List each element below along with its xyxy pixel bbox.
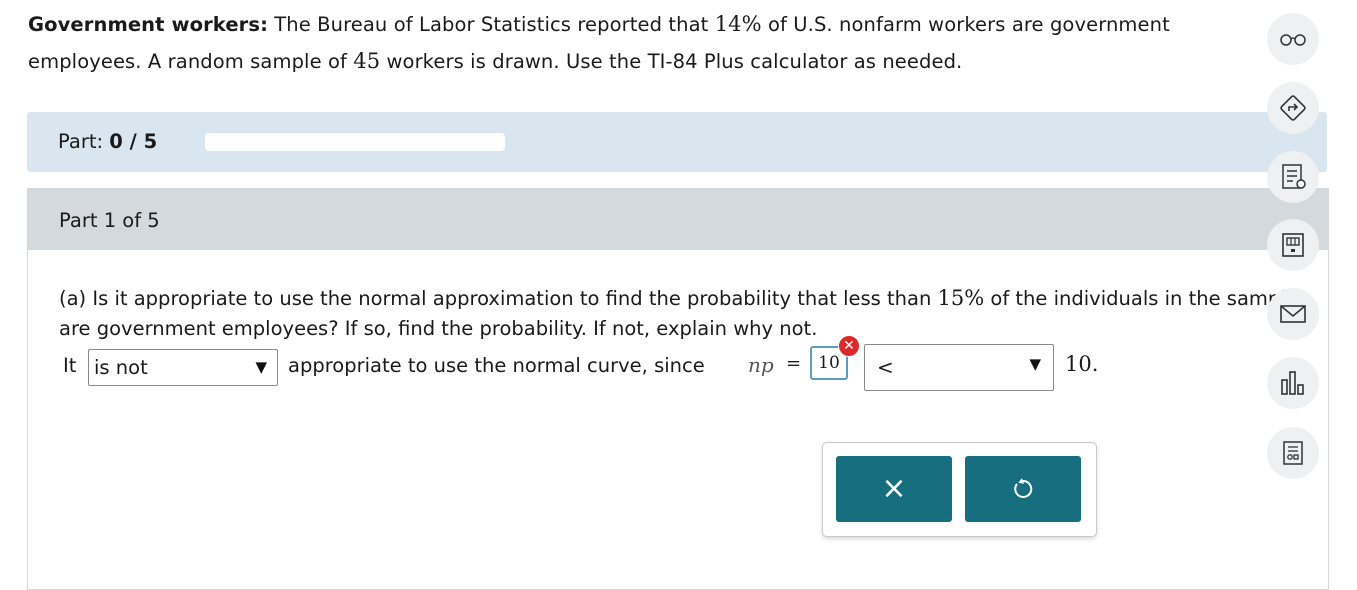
problem-percent: 14% bbox=[714, 12, 762, 36]
glasses-icon bbox=[1280, 34, 1306, 46]
direction-tool[interactable] bbox=[1267, 82, 1319, 134]
progress-track bbox=[205, 133, 505, 151]
progress-current: 0 bbox=[109, 130, 123, 153]
chart-icon bbox=[1281, 371, 1304, 395]
answer-middle: appropriate to use the normal curve, sin… bbox=[288, 354, 705, 377]
part-header: Part 1 of 5 bbox=[28, 189, 1328, 250]
part-card: Part 1 of 5 (a) Is it appropriate to use… bbox=[27, 188, 1329, 590]
problem-text-1: The Bureau of Labor Statistics reported … bbox=[268, 13, 715, 36]
progress-label: Part: 0 / 5 bbox=[58, 130, 157, 153]
comparison-dropdown[interactable]: < ▼ bbox=[864, 344, 1054, 391]
close-icon: × bbox=[881, 471, 907, 506]
error-icon: ✕ bbox=[838, 335, 860, 357]
chart-tool[interactable] bbox=[1267, 357, 1319, 409]
progress-separator: / bbox=[122, 130, 144, 153]
problem-statement: Government workers: The Bureau of Labor … bbox=[28, 6, 1268, 80]
worksheet-icon bbox=[1283, 441, 1303, 465]
clear-button[interactable]: × bbox=[836, 456, 952, 522]
undo-icon bbox=[1014, 478, 1033, 498]
question-percent: 15% bbox=[937, 286, 985, 310]
guided-solution-icon bbox=[1282, 164, 1306, 189]
question-text: (a) Is it appropriate to use the normal … bbox=[59, 283, 1299, 344]
np-symbol: np bbox=[748, 353, 774, 377]
part-title: Part 1 of 5 bbox=[59, 209, 160, 232]
worksheet-tool[interactable] bbox=[1267, 427, 1319, 479]
appropriateness-dropdown[interactable]: is not ▼ bbox=[88, 349, 278, 386]
appropriateness-dropdown-value: is not bbox=[94, 356, 148, 379]
comparison-dropdown-value: < bbox=[877, 355, 894, 379]
progress-label-text: Part: bbox=[58, 130, 104, 153]
equals-sign: = bbox=[786, 353, 802, 374]
comparison-value: 10. bbox=[1065, 352, 1099, 376]
answer-lead: It bbox=[63, 354, 77, 377]
problem-text-3: workers is drawn. Use the TI-84 Plus cal… bbox=[380, 50, 963, 73]
calculator-icon bbox=[1282, 233, 1304, 257]
dropdown-arrow-icon: ▼ bbox=[255, 358, 267, 376]
glasses-tool[interactable] bbox=[1267, 13, 1319, 65]
answer-line: It is not ▼ appropriate to use the norma… bbox=[63, 335, 1163, 391]
undo-button[interactable] bbox=[965, 456, 1081, 522]
mail-tool[interactable] bbox=[1267, 288, 1319, 340]
question-text-1: (a) Is it appropriate to use the normal … bbox=[59, 287, 938, 310]
problem-title: Government workers: bbox=[28, 13, 268, 36]
progress-total: 5 bbox=[143, 130, 158, 153]
direction-icon bbox=[1280, 95, 1306, 121]
calculator-tool[interactable] bbox=[1267, 219, 1319, 271]
problem-sample-size: 45 bbox=[353, 49, 381, 73]
dropdown-arrow-icon: ▼ bbox=[1029, 355, 1041, 373]
answer-action-panel: × bbox=[822, 442, 1097, 537]
side-toolbar bbox=[1266, 0, 1320, 564]
progress-bar-panel: Part: 0 / 5 bbox=[27, 112, 1327, 172]
guided-solution-tool[interactable] bbox=[1267, 151, 1319, 203]
mail-icon bbox=[1280, 305, 1306, 323]
